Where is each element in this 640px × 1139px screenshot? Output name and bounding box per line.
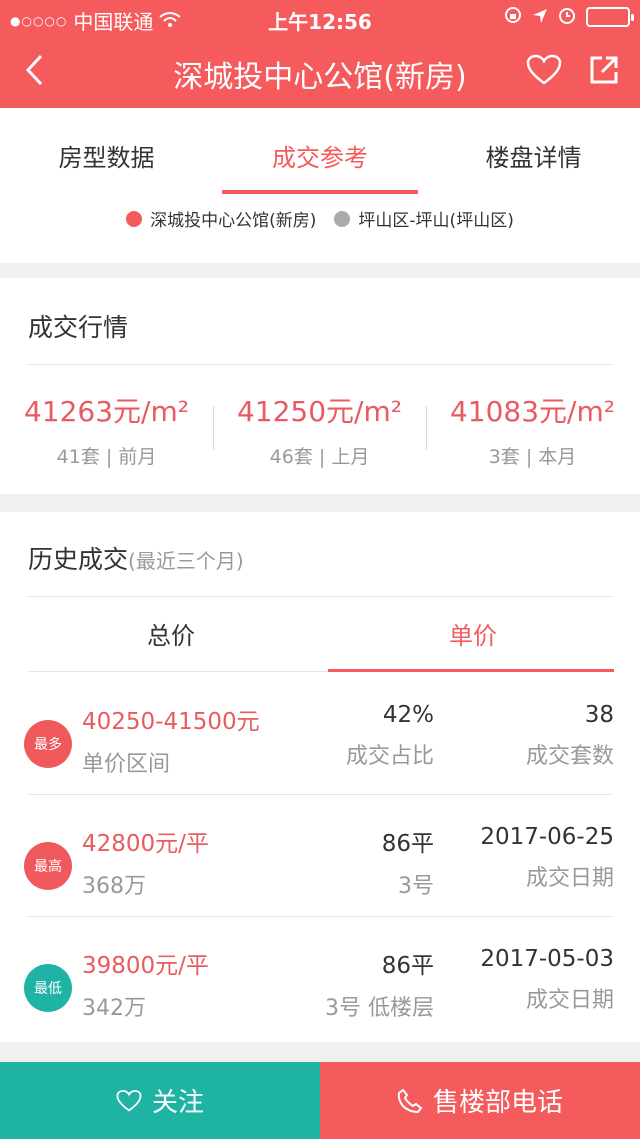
subtab-total-price[interactable]: 总价 <box>26 616 316 651</box>
legend-item-project: 深城投中心公馆(新房) <box>126 206 316 231</box>
building: 3号 <box>398 874 434 899</box>
nav-bar: 深城投中心公馆(新房) <box>0 36 640 108</box>
history-title: 历史成交 <box>28 545 129 574</box>
stat-price: 41263元/m² <box>23 395 189 428</box>
price-range-label: 单价区间 <box>82 752 171 777</box>
location-icon <box>532 5 548 29</box>
stat-price: 41083元/m² <box>449 395 615 428</box>
stat-this-month: 41083元/m² 3套 | 本月 <box>426 390 639 469</box>
share-icon <box>590 56 618 84</box>
heart-icon <box>526 54 562 85</box>
divider <box>28 596 612 597</box>
legend-dot-gray <box>334 210 351 227</box>
divider <box>28 364 612 365</box>
active-tab-indicator <box>222 190 418 194</box>
alarm-icon <box>558 5 576 29</box>
total-price: 342万 <box>82 996 146 1021</box>
price-range: 40250-41500元 <box>82 709 260 735</box>
area: 86平 <box>381 831 434 857</box>
badge-highest: 最高 <box>24 842 72 890</box>
share-label: 成交占比 <box>345 744 434 769</box>
stat-sub: 3套 | 本月 <box>488 446 577 468</box>
stat-last-month: 41250元/m² 46套 | 上月 <box>213 390 426 469</box>
badge-lowest: 最低 <box>24 964 72 1012</box>
legend-label: 深城投中心公馆(新房) <box>150 211 317 231</box>
divider <box>28 794 612 795</box>
history-row-lowest: 最低 39800元/平 342万 86平 3号 低楼层 2017-05-03 成… <box>0 946 640 1068</box>
bottom-action-bar: 关注 售楼部电话 <box>0 1062 640 1139</box>
active-subtab-indicator <box>328 669 614 672</box>
building-floor: 3号 低楼层 <box>325 996 434 1021</box>
follow-button[interactable]: 关注 <box>0 1062 320 1139</box>
sales-office-phone-button[interactable]: 售楼部电话 <box>320 1062 640 1139</box>
tab-transaction-reference[interactable]: 成交参考 <box>213 138 427 194</box>
legend-dot-red <box>126 210 143 227</box>
stat-price: 41250元/m² <box>236 395 402 428</box>
stat-sub: 41套 | 前月 <box>56 446 157 468</box>
tab-property-details[interactable]: 楼盘详情 <box>427 138 640 194</box>
share-percent: 42% <box>382 702 434 728</box>
legend-item-district: 坪山区-坪山(坪山区) <box>334 206 514 231</box>
total-price: 368万 <box>82 874 146 899</box>
deal-date-label: 成交日期 <box>525 988 614 1013</box>
deal-count-label: 成交套数 <box>525 744 614 769</box>
chart-legend: 深城投中心公馆(新房) 坪山区-坪山(坪山区) <box>0 206 640 231</box>
stat-sub: 46套 | 上月 <box>269 446 370 468</box>
share-button[interactable] <box>582 48 626 92</box>
unit-price: 42800元/平 <box>82 831 209 857</box>
phone-icon <box>397 1088 423 1113</box>
deal-date: 2017-06-25 <box>480 824 614 850</box>
status-bar: ●○○○○ 中国联通 上午12:56 <box>0 0 640 36</box>
history-row-highest: 最高 42800元/平 368万 86平 3号 2017-06-25 成交日期 <box>0 824 640 946</box>
heart-icon <box>116 1089 142 1111</box>
follow-label: 关注 <box>151 1088 204 1118</box>
market-card: 成交行情 41263元/m² 41套 | 前月 41250元/m² 46套 | … <box>0 278 640 494</box>
phone-label: 售楼部电话 <box>432 1088 563 1118</box>
tab-floorplan-data[interactable]: 房型数据 <box>0 138 213 194</box>
app-header: ●○○○○ 中国联通 上午12:56 深城投中心公馆(新房) <box>0 0 640 108</box>
divider <box>28 916 612 917</box>
badge-most: 最多 <box>24 720 72 768</box>
history-hint: (最近三个月) <box>128 549 244 573</box>
deal-count: 38 <box>584 702 614 728</box>
section-title: 历史成交(最近三个月) <box>28 540 244 576</box>
favorite-button[interactable] <box>522 48 566 92</box>
tab-bar: 房型数据 成交参考 楼盘详情 深城投中心公馆(新房) 坪山区-坪山(坪山区) <box>0 108 640 263</box>
stat-prev-prev-month: 41263元/m² 41套 | 前月 <box>0 390 213 469</box>
battery-icon <box>586 7 634 27</box>
deal-date: 2017-05-03 <box>480 946 614 972</box>
rotation-lock-icon <box>504 5 522 29</box>
history-card: 历史成交(最近三个月) 总价 单价 最多 40250-41500元 单价区间 4… <box>0 512 640 1042</box>
area: 86平 <box>381 953 434 979</box>
subtab-unit-price[interactable]: 单价 <box>328 616 618 651</box>
history-row-most: 最多 40250-41500元 单价区间 42% 成交占比 38 成交套数 <box>0 702 640 824</box>
legend-label: 坪山区-坪山(坪山区) <box>358 211 514 231</box>
unit-price: 39800元/平 <box>82 953 209 979</box>
deal-date-label: 成交日期 <box>525 866 614 891</box>
section-title: 成交行情 <box>28 313 129 342</box>
